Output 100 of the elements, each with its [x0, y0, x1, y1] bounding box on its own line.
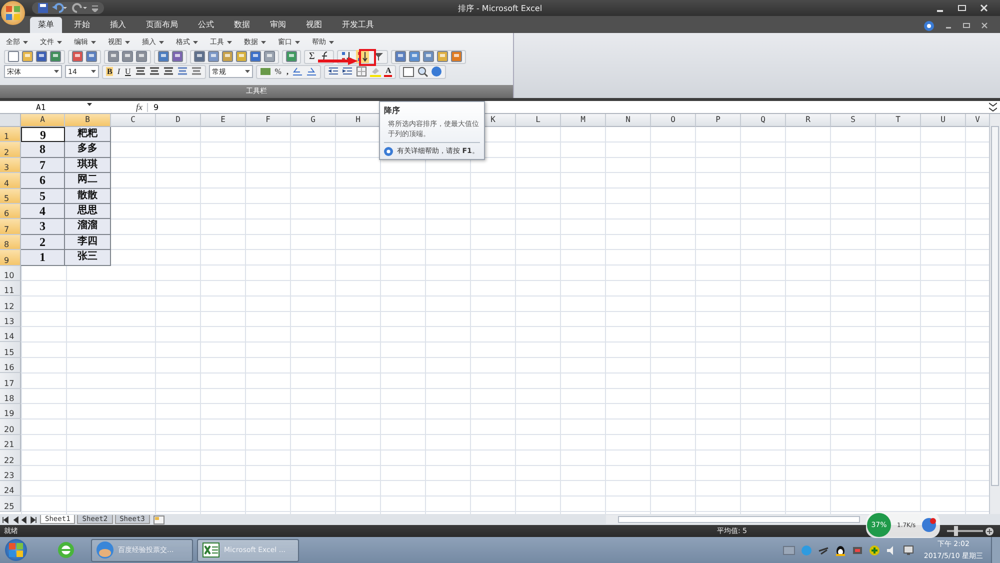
- column-header[interactable]: H: [336, 114, 381, 127]
- row-header[interactable]: 22: [0, 450, 21, 466]
- row-header[interactable]: 4: [0, 173, 21, 189]
- ribbon-tab[interactable]: 开始: [66, 17, 98, 33]
- start-button[interactable]: [5, 539, 27, 561]
- office-button[interactable]: [1, 1, 25, 25]
- row-header[interactable]: 11: [0, 280, 21, 296]
- indent-icon[interactable]: [342, 66, 354, 77]
- bold-button[interactable]: B: [106, 67, 114, 76]
- browser-icon[interactable]: [57, 541, 75, 559]
- column-header[interactable]: P: [696, 114, 741, 127]
- row-header[interactable]: 8: [0, 234, 21, 250]
- expand-icon[interactable]: [989, 102, 997, 112]
- column-header[interactable]: C: [111, 114, 156, 127]
- align-center-icon[interactable]: [148, 66, 160, 77]
- restore-icon[interactable]: [958, 4, 966, 12]
- row-header[interactable]: 5: [0, 188, 21, 204]
- plus-circle-icon[interactable]: [868, 544, 880, 556]
- close-icon[interactable]: [981, 22, 988, 29]
- help-icon[interactable]: [924, 20, 934, 30]
- row-header[interactable]: 1: [0, 127, 21, 142]
- zoom-icon[interactable]: [417, 66, 428, 77]
- row-header[interactable]: 15: [0, 342, 21, 358]
- row-header[interactable]: 3: [0, 158, 21, 174]
- penguin-icon[interactable]: [834, 544, 846, 556]
- column-header[interactable]: F: [246, 114, 291, 127]
- row-header[interactable]: 12: [0, 296, 21, 312]
- row-header[interactable]: 9: [0, 250, 21, 266]
- help-icon: [384, 146, 393, 156]
- column-header[interactable]: U: [921, 114, 966, 127]
- column-header[interactable]: S: [831, 114, 876, 127]
- column-header[interactable]: G: [291, 114, 336, 127]
- column-header[interactable]: D: [156, 114, 201, 127]
- ribbon-tab[interactable]: 数据: [226, 17, 258, 33]
- ribbon-tab[interactable]: 视图: [298, 17, 330, 33]
- outdent-icon[interactable]: [328, 66, 340, 77]
- column-header[interactable]: M: [561, 114, 606, 127]
- ribbon-tab[interactable]: 插入: [102, 17, 134, 33]
- column-header[interactable]: B: [65, 114, 111, 127]
- column-header[interactable]: N: [606, 114, 651, 127]
- ribbon-tab[interactable]: 审阅: [262, 17, 294, 33]
- italic-button[interactable]: I: [116, 67, 122, 76]
- column-header[interactable]: R: [786, 114, 831, 127]
- zoom-slider-thumb[interactable]: [954, 526, 958, 536]
- row-header[interactable]: 18: [0, 388, 21, 404]
- rocket-icon[interactable]: [922, 518, 936, 532]
- column-header[interactable]: E: [201, 114, 246, 127]
- row-header[interactable]: 19: [0, 404, 21, 420]
- increase-decimal-icon[interactable]: [292, 66, 304, 77]
- zoom-in-icon[interactable]: [985, 526, 994, 536]
- column-header[interactable]: A: [21, 114, 65, 127]
- comma-button[interactable]: ,: [285, 67, 290, 76]
- align-right-icon[interactable]: [162, 66, 174, 77]
- calendar-icon[interactable]: [403, 66, 414, 77]
- percent-button[interactable]: %: [274, 67, 282, 76]
- row-header[interactable]: 17: [0, 373, 21, 389]
- film-icon[interactable]: [852, 544, 863, 556]
- ribbon-tab[interactable]: 开发工具: [334, 17, 382, 33]
- borders-icon[interactable]: [356, 66, 368, 77]
- merge-icon[interactable]: [176, 66, 188, 77]
- row-header[interactable]: 14: [0, 327, 21, 342]
- name-box[interactable]: A1: [0, 102, 92, 112]
- caret-icon: [261, 40, 266, 44]
- column-header[interactable]: T: [876, 114, 921, 127]
- ribbon-tab[interactable]: 页面布局: [138, 17, 186, 33]
- currency-icon[interactable]: [260, 66, 271, 77]
- row-header[interactable]: 13: [0, 312, 21, 328]
- close-icon[interactable]: [980, 4, 988, 12]
- row-header[interactable]: 24: [0, 480, 21, 496]
- row-header[interactable]: 6: [0, 204, 21, 220]
- row-header[interactable]: 21: [0, 434, 21, 450]
- column-header[interactable]: Q: [741, 114, 786, 127]
- restore-icon[interactable]: [963, 22, 970, 29]
- align-left-icon[interactable]: [134, 66, 146, 77]
- table-cell: 2: [21, 234, 65, 250]
- ribbon-tab[interactable]: 菜单: [30, 17, 62, 33]
- vertical-scrollbar[interactable]: [989, 114, 1000, 514]
- monitor-icon[interactable]: [902, 544, 914, 556]
- help-icon[interactable]: [431, 66, 442, 77]
- wrap-icon[interactable]: [190, 66, 202, 77]
- row-header[interactable]: 10: [0, 266, 21, 281]
- row-header[interactable]: 2: [0, 142, 21, 158]
- column-header[interactable]: L: [516, 114, 561, 127]
- column-header[interactable]: O: [651, 114, 696, 127]
- font-color-button[interactable]: A: [384, 66, 392, 77]
- underline-button[interactable]: U: [124, 67, 132, 76]
- row-header[interactable]: 25: [0, 496, 21, 512]
- row-header[interactable]: 20: [0, 419, 21, 435]
- insert-sheet-icon[interactable]: [152, 514, 166, 524]
- row-header[interactable]: 23: [0, 466, 21, 481]
- fill-color-icon[interactable]: [370, 66, 382, 77]
- customize-icon[interactable]: [92, 4, 98, 12]
- row-header[interactable]: 16: [0, 358, 21, 374]
- insert-function-button[interactable]: fx: [136, 102, 142, 112]
- ribbon-tab[interactable]: 公式: [190, 17, 222, 33]
- column-header[interactable]: V: [966, 114, 989, 127]
- sheet-navigation-icon[interactable]: [2, 516, 38, 524]
- keyboard-icon[interactable]: [782, 546, 795, 554]
- row-header[interactable]: 7: [0, 219, 21, 235]
- decrease-decimal-icon[interactable]: [306, 66, 318, 77]
